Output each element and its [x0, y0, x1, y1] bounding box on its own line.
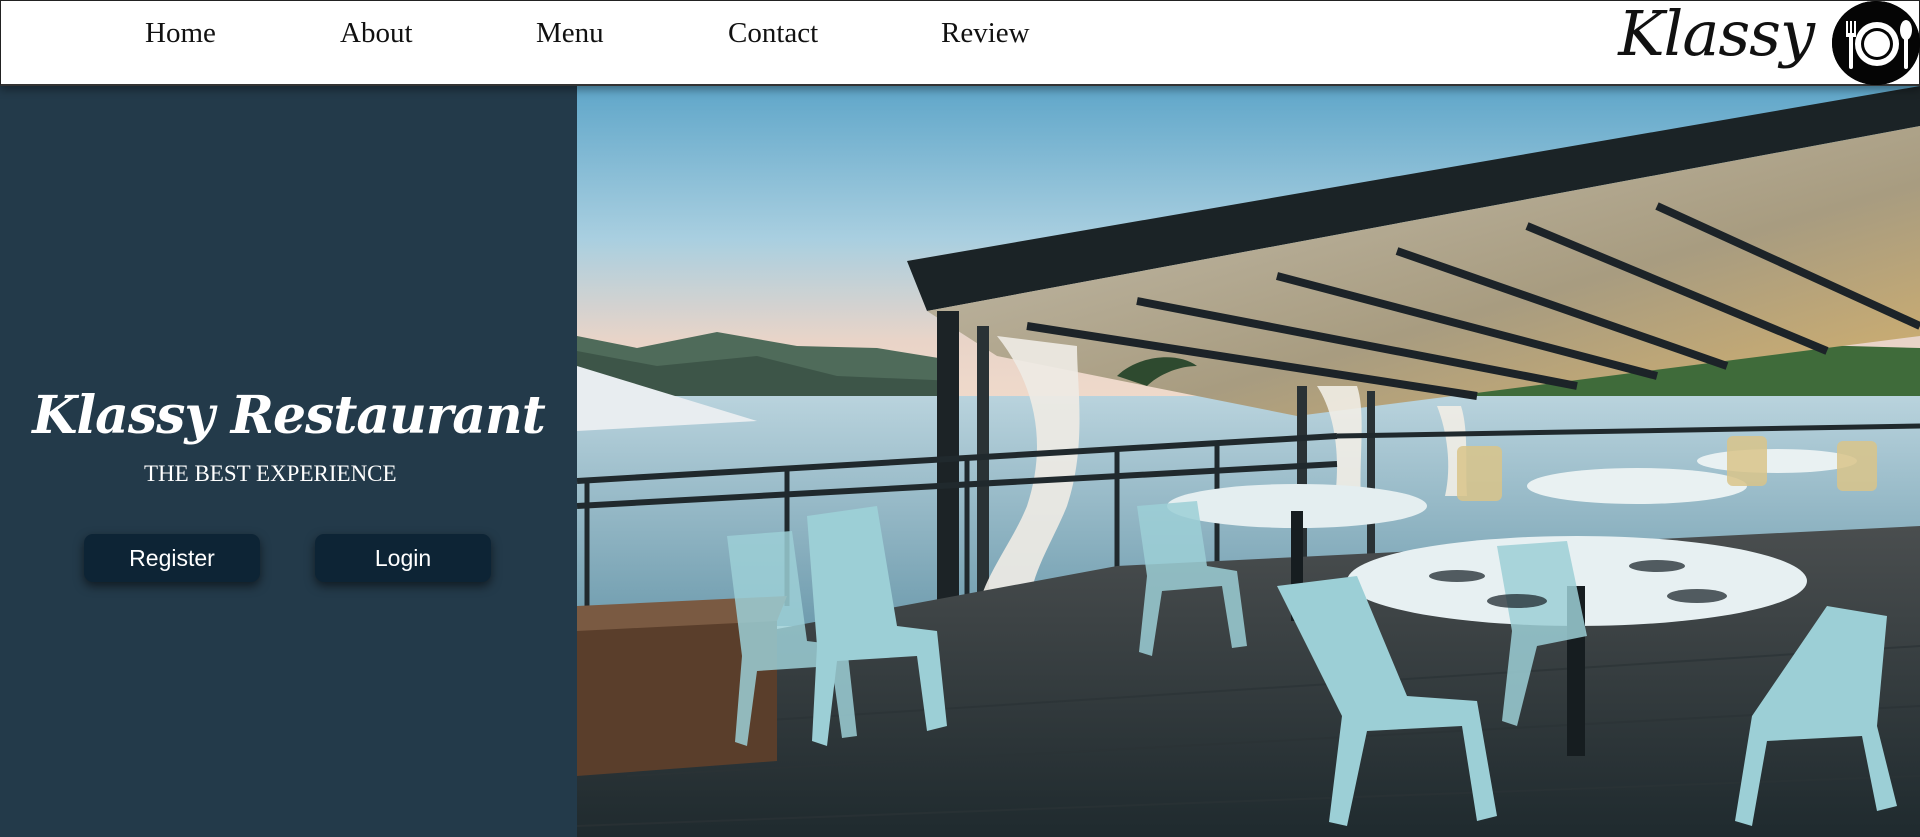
login-button[interactable]: Login — [315, 534, 491, 582]
hero-subtitle: THE BEST EXPERIENCE — [144, 461, 397, 486]
brand-name[interactable]: Klassy — [1618, 1, 1815, 67]
plate-fork-spoon-icon[interactable] — [1832, 1, 1920, 85]
nav-link-about[interactable]: About — [340, 15, 413, 51]
hero-panel: Klassy Restaurant THE BEST EXPERIENCE Re… — [0, 86, 577, 837]
restaurant-terrace-photo — [577, 86, 1920, 837]
nav-link-review[interactable]: Review — [941, 15, 1030, 51]
nav-link-contact[interactable]: Contact — [728, 15, 818, 51]
nav-link-home[interactable]: Home — [145, 15, 216, 51]
register-button[interactable]: Register — [84, 534, 260, 582]
nav-link-menu[interactable]: Menu — [536, 15, 604, 51]
top-navbar: Home About Menu Contact Review Klassy — [0, 0, 1920, 86]
hero-title: Klassy Restaurant — [32, 385, 546, 446]
